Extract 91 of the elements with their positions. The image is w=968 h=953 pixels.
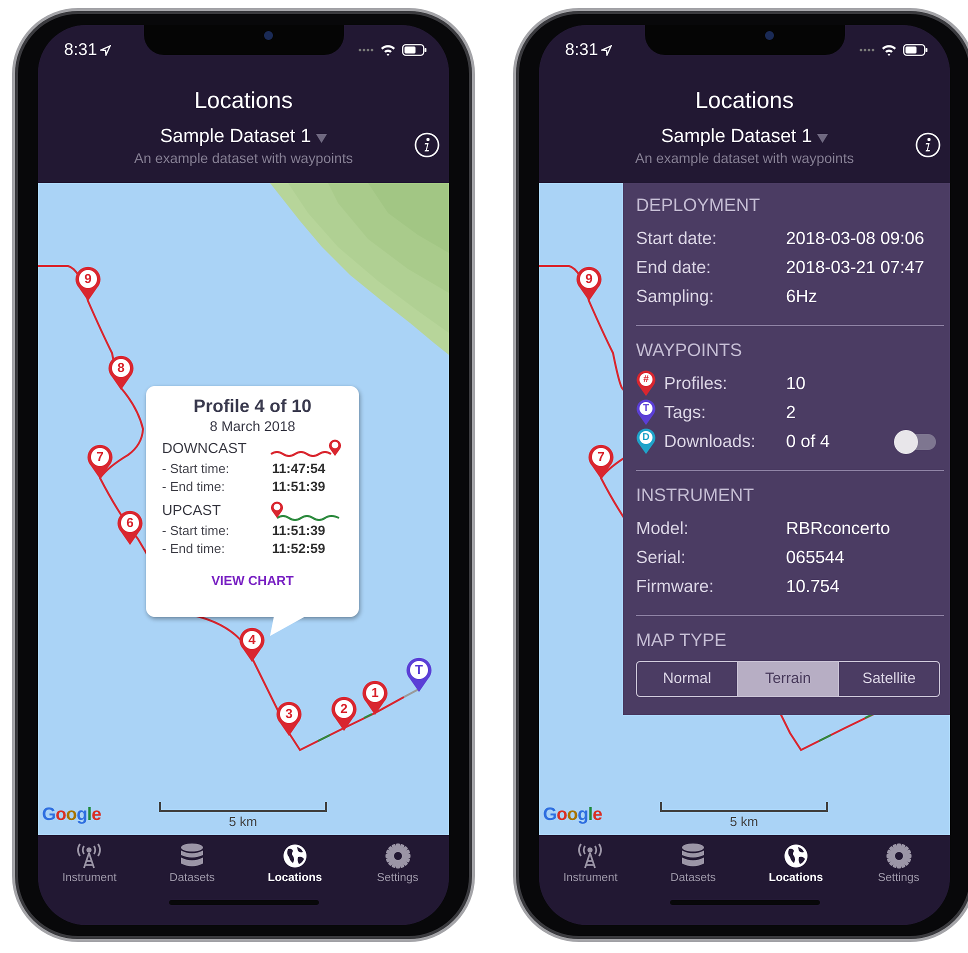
tab-item[interactable]: Settings: [847, 843, 950, 884]
globe-icon: [282, 843, 308, 869]
map-marker[interactable]: T: [405, 657, 433, 693]
info-label: Start date:: [636, 228, 717, 249]
waypoint-pin: T: [636, 399, 656, 426]
section-heading: DEPLOYMENT: [636, 195, 762, 216]
location-arrow-icon: [100, 44, 112, 56]
tab-item[interactable]: Instrument: [539, 843, 642, 884]
info-label: Model:: [636, 518, 689, 539]
map-attribution: Google: [42, 804, 102, 825]
screen-title: Locations: [193, 86, 294, 115]
section-heading: MAP TYPE: [636, 630, 728, 651]
settings-icon: [384, 843, 411, 869]
view-chart-link[interactable]: VIEW CHART: [211, 573, 294, 588]
dataset-description: An example dataset with waypoints: [634, 149, 855, 168]
map-marker[interactable]: 6: [116, 510, 144, 546]
info-value: RBRconcerto: [786, 518, 890, 539]
info-icon[interactable]: [414, 132, 440, 158]
location-arrow-icon: [601, 44, 612, 56]
time-value: 11:47:54: [272, 460, 326, 478]
map-attribution: Google: [543, 804, 602, 825]
cast-heading: UPCAST: [162, 503, 221, 519]
time-label: - End time:: [162, 540, 226, 558]
info-value: 0 of 4: [786, 431, 830, 452]
info-value: 2018-03-08 09:06: [786, 228, 924, 249]
scale-label: 5 km: [730, 814, 758, 829]
battery-icon: [903, 44, 928, 56]
info-label: Profiles:: [664, 373, 728, 394]
info-label: Sampling:: [636, 286, 714, 307]
info-value: 065544: [786, 547, 844, 568]
map-type-segment[interactable]: Terrain: [737, 662, 838, 696]
caret-icon: [316, 134, 328, 143]
tab-item[interactable]: Locations: [744, 843, 848, 884]
map-type-segment[interactable]: Satellite: [838, 662, 939, 696]
tab-item[interactable]: Settings: [346, 843, 449, 884]
time-label: - Start time:: [162, 522, 230, 540]
tab-item[interactable]: Datasets: [642, 843, 744, 884]
status-time: 8:31: [565, 40, 598, 60]
info-value: 6Hz: [786, 286, 818, 307]
settings-icon: [886, 843, 912, 869]
time-label: - End time:: [162, 478, 226, 496]
tab-item[interactable]: Datasets: [140, 843, 244, 884]
database-icon: [180, 843, 204, 869]
waypoint-pin: D: [636, 428, 656, 455]
info-label: Tags:: [664, 402, 706, 423]
tab-item[interactable]: Instrument: [38, 843, 141, 884]
map-marker[interactable]: 3: [275, 701, 303, 737]
time-value: 11:51:39: [272, 478, 326, 496]
info-label: Serial:: [636, 547, 686, 568]
screen-title: Locations: [694, 86, 795, 115]
popup-title: Profile 4 of 10: [192, 396, 313, 417]
info-value: 2: [786, 402, 796, 423]
map-marker[interactable]: 8: [107, 355, 135, 391]
waypoint-pin: #: [636, 370, 656, 397]
wifi-icon: [881, 44, 897, 56]
map-marker[interactable]: 9: [74, 266, 102, 302]
map-marker[interactable]: 2: [330, 696, 358, 732]
tab-item[interactable]: Locations: [244, 843, 346, 884]
section-heading: WAYPOINTS: [636, 340, 744, 361]
scale-label: 5 km: [228, 814, 258, 829]
info-label: Downloads:: [664, 431, 756, 452]
map-marker[interactable]: 4: [238, 627, 266, 663]
database-icon: [681, 843, 706, 869]
downcast-wave-icon: [269, 438, 343, 460]
popup-date: 8 March 2018: [208, 418, 296, 434]
info-label: Firmware:: [636, 576, 714, 597]
signal-icon: [859, 48, 875, 52]
time-value: 11:52:59: [272, 540, 326, 558]
dataset-description: An example dataset with waypoints: [133, 149, 354, 168]
dataset-selector[interactable]: Sample Dataset 1: [160, 125, 328, 149]
map-type-segment[interactable]: Normal: [637, 662, 737, 696]
globe-icon: [782, 843, 809, 869]
map-marker[interactable]: 7: [86, 444, 114, 480]
battery-icon: [402, 44, 427, 56]
map-marker[interactable]: 9: [575, 266, 603, 302]
section-heading: INSTRUMENT: [636, 485, 755, 506]
cast-heading: DOWNCAST: [162, 441, 247, 457]
info-value: 2018-03-21 07:47: [786, 257, 924, 278]
info-value: 10: [786, 373, 806, 394]
info-label: End date:: [636, 257, 711, 278]
status-time: 8:31: [64, 40, 98, 60]
info-value: 10.754: [786, 576, 840, 597]
time-value: 11:51:39: [272, 522, 326, 540]
caret-icon: [817, 134, 828, 143]
signal-icon: [358, 48, 374, 52]
time-label: - Start time:: [162, 460, 230, 478]
map-marker[interactable]: 7: [587, 444, 615, 480]
info-icon[interactable]: [915, 132, 941, 158]
map-marker[interactable]: 1: [361, 680, 389, 716]
dataset-selector[interactable]: Sample Dataset 1: [660, 125, 828, 149]
wifi-icon: [380, 44, 396, 56]
